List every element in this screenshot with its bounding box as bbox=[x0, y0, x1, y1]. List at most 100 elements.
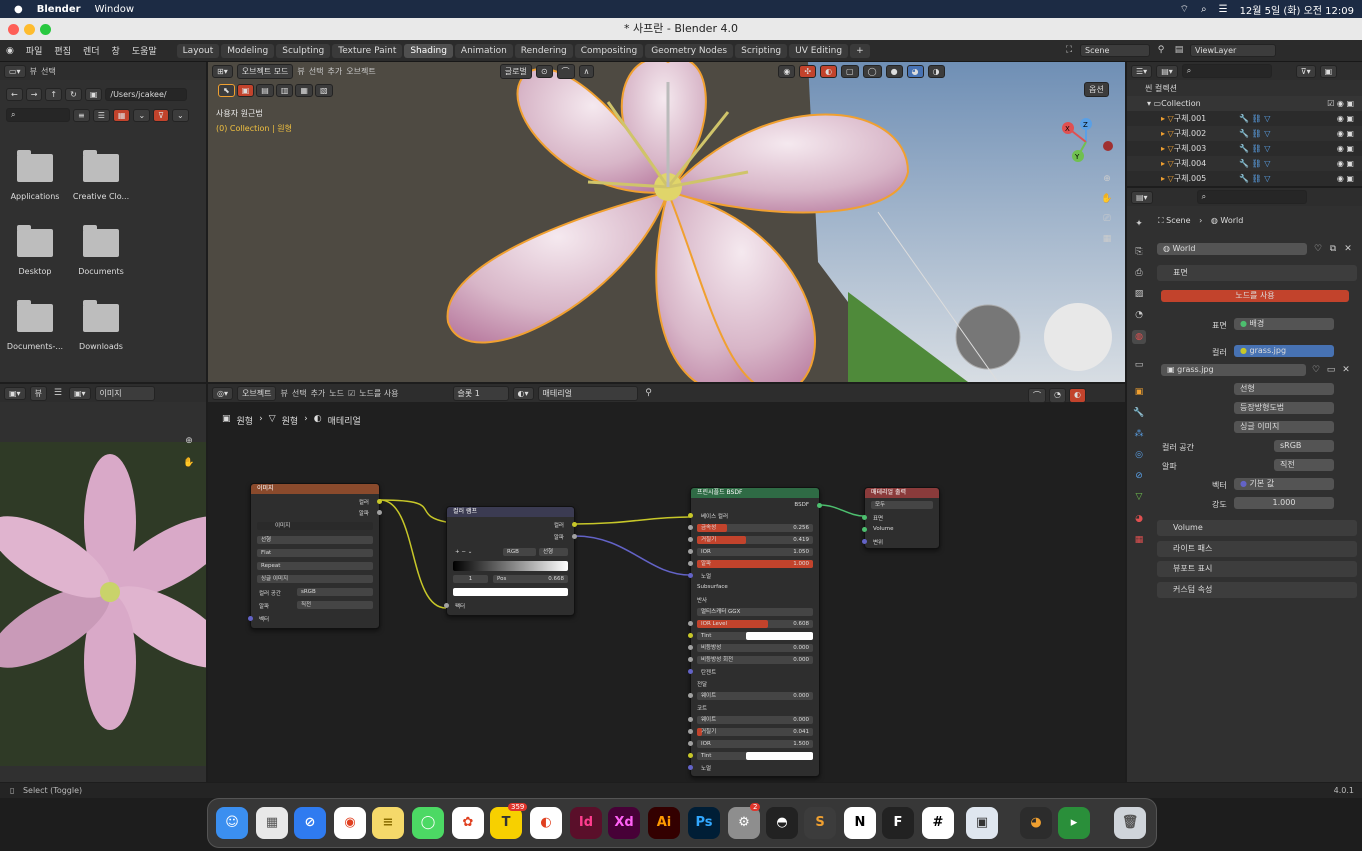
bsdf-input-field[interactable]: Tint bbox=[697, 752, 813, 760]
menubar-clock[interactable]: 12월 5일 (화) 오전 12:09 bbox=[1240, 2, 1354, 17]
menu-file[interactable]: 파일 bbox=[20, 44, 49, 57]
tab-animation[interactable]: Animation bbox=[454, 43, 513, 58]
grid-icon[interactable]: ▦ bbox=[1100, 232, 1114, 246]
bsdf-color-swatch[interactable] bbox=[745, 752, 813, 760]
short-list-icon[interactable]: ☰ bbox=[92, 108, 110, 122]
dock-app-illustrator-icon[interactable]: Ai bbox=[648, 807, 680, 839]
world-selector[interactable]: ◍ World bbox=[1157, 243, 1307, 255]
bsdf-input-socket[interactable] bbox=[688, 669, 693, 674]
shading-material-icon[interactable]: ◕ bbox=[906, 64, 924, 78]
dock-app-figma-icon[interactable]: F bbox=[882, 807, 914, 839]
colorspace-dropdown[interactable]: sRGB bbox=[1274, 440, 1334, 452]
tab-uv-editing[interactable]: UV Editing bbox=[789, 43, 849, 58]
visibility-icons[interactable]: ◉ ▣ bbox=[1337, 129, 1354, 138]
wifi-icon[interactable]: ⌔ bbox=[1180, 3, 1189, 16]
particles-icon[interactable]: ⁂ bbox=[1132, 427, 1146, 441]
bsdf-color-swatch[interactable] bbox=[745, 632, 813, 640]
bsdf-input-socket[interactable] bbox=[688, 537, 693, 542]
viewlayer-selector[interactable]: ViewLayer bbox=[1190, 43, 1276, 57]
bsdf-input-field[interactable]: Tint bbox=[697, 632, 813, 640]
modifier-icon[interactable]: 🔧 bbox=[1132, 406, 1146, 420]
bsdf-section-header[interactable]: 전달 bbox=[697, 680, 707, 688]
interpolation-dropdown[interactable]: 선형 bbox=[1234, 383, 1334, 395]
color-input-field[interactable]: ● grass.jpg bbox=[1234, 345, 1334, 357]
volume-panel-header[interactable]: Volume bbox=[1157, 520, 1357, 536]
bsdf-input-field[interactable]: IOR 1.500 bbox=[697, 740, 813, 748]
bsdf-input-field[interactable]: 비등방성 0.000 bbox=[697, 644, 813, 652]
fake-user-icon[interactable]: ♡ bbox=[1309, 363, 1323, 377]
dock-app-chrome-icon[interactable]: ◉ bbox=[334, 807, 366, 839]
bsdf-input-socket[interactable] bbox=[688, 693, 693, 698]
ramp-position-field[interactable]: Pos 0.668 bbox=[493, 575, 568, 583]
bsdf-input-field[interactable]: 알파 1.000 bbox=[697, 560, 813, 568]
refresh-icon[interactable]: ↻ bbox=[65, 88, 82, 101]
tab-modeling[interactable]: Modeling bbox=[221, 43, 275, 58]
select-invert-icon[interactable]: ▦ bbox=[295, 84, 313, 97]
menubar-app-name[interactable]: Blender bbox=[37, 4, 81, 15]
color-ramp-gradient[interactable] bbox=[453, 561, 568, 571]
visibility-icons[interactable]: ◉ ▣ bbox=[1337, 174, 1354, 183]
image-name-field[interactable]: 이미지 bbox=[257, 522, 373, 530]
world-icon[interactable]: ◍ bbox=[1132, 330, 1146, 344]
bsdf-input-socket[interactable] bbox=[688, 657, 693, 662]
forward-icon[interactable]: → bbox=[25, 88, 43, 101]
menu-window[interactable]: 창 bbox=[106, 44, 126, 57]
image-name-field[interactable]: 이미지 bbox=[94, 385, 155, 401]
output-color-socket[interactable] bbox=[572, 522, 577, 527]
tab-texture-paint[interactable]: Texture Paint bbox=[332, 43, 403, 58]
render-icon[interactable]: ⎘ bbox=[1132, 245, 1146, 259]
dock-app-notion-icon[interactable]: N bbox=[844, 807, 876, 839]
principled-bsdf-node[interactable]: 프린시플드 BSDF BSDF 베이스 컬러 금속성 0.256 거칠기 0.419 IO… bbox=[688, 487, 822, 777]
modifier-icons[interactable]: 🔧 ⛓ ▽ bbox=[1239, 129, 1270, 138]
ramp-mode-dropdown[interactable]: RGB bbox=[503, 548, 536, 556]
bsdf-input-field[interactable]: 비등방성 회전 0.000 bbox=[697, 656, 813, 664]
duplicate-icon[interactable]: ⧉ bbox=[1326, 242, 1340, 256]
output-target-dropdown[interactable]: 모두 bbox=[871, 501, 933, 509]
collection-row[interactable]: ▾ ▭ Collection ☑ ◉ ▣ bbox=[1127, 96, 1362, 111]
viewport-display-panel-header[interactable]: 뷰포트 표시 bbox=[1157, 561, 1357, 577]
close-window-button[interactable] bbox=[8, 24, 19, 35]
input-volume-socket[interactable] bbox=[862, 527, 867, 532]
bsdf-input-socket[interactable] bbox=[688, 573, 693, 578]
select-subtract-icon[interactable]: ▥ bbox=[275, 84, 294, 97]
blender-logo-icon[interactable]: ◉ bbox=[0, 46, 20, 56]
input-factor-socket[interactable] bbox=[444, 603, 449, 608]
bsdf-input-field[interactable]: IOR Level 0.608 bbox=[697, 620, 813, 628]
colorspace-dropdown[interactable]: sRGB bbox=[297, 588, 373, 596]
chevron-down-icon[interactable]: ⌄ bbox=[133, 108, 151, 122]
menu-render[interactable]: 렌더 bbox=[77, 44, 106, 57]
apple-icon[interactable]: ● bbox=[14, 4, 23, 15]
image-datablock-field[interactable]: ▣ grass.jpg bbox=[1161, 364, 1306, 376]
bsdf-section-header[interactable]: 반사 bbox=[697, 596, 707, 604]
properties-search-field[interactable]: ⌕ bbox=[1196, 190, 1307, 204]
editor-type-icon[interactable]: ⊞▾ bbox=[212, 64, 233, 78]
image-view-menu[interactable]: 뷰 bbox=[29, 385, 47, 401]
input-surface-socket[interactable] bbox=[862, 515, 867, 520]
unlink-icon[interactable]: ✕ bbox=[1341, 242, 1355, 256]
tab-shading[interactable]: Shading bbox=[404, 43, 453, 58]
node-editor-panel[interactable]: ◎▾ 오브젝트 뷰 선택 추가 노드 ☑ 노드를 사용 슬롯 1 ◐▾ 매테리얼… bbox=[208, 384, 1125, 782]
bsdf-input-socket[interactable] bbox=[688, 645, 693, 650]
outliner-item[interactable]: ▸ ▽ 구체.004 🔧 ⛓ ▽ ◉ ▣ bbox=[1127, 156, 1362, 171]
tab-rendering[interactable]: Rendering bbox=[514, 43, 573, 58]
hand-icon[interactable]: ✋ bbox=[1100, 192, 1114, 206]
outliner-search-field[interactable]: ⌕ bbox=[1181, 64, 1272, 78]
ramp-stop-index[interactable]: 1 bbox=[453, 575, 488, 583]
bsdf-input-field[interactable]: 거칠기 0.419 bbox=[697, 536, 813, 544]
viewport-menu-select[interactable]: 선택 bbox=[309, 66, 324, 77]
vector-field[interactable]: ● 기본 값 bbox=[1234, 478, 1334, 490]
visibility-icons[interactable]: ◉ ▣ bbox=[1337, 144, 1354, 153]
dock-app-photoshop-icon[interactable]: Ps bbox=[688, 807, 720, 839]
alpha-dropdown[interactable]: 직전 bbox=[297, 601, 373, 609]
bsdf-input-socket[interactable] bbox=[688, 765, 693, 770]
ramp-stop-color[interactable] bbox=[453, 588, 568, 596]
dock-app-safari-icon[interactable]: ⊘ bbox=[294, 807, 326, 839]
overlay-icon[interactable]: ◔ bbox=[1049, 388, 1066, 403]
path-field[interactable]: /Users/jcakee/ bbox=[105, 88, 188, 101]
outliner-item[interactable]: ▸ ▽ 구체.002 🔧 ⛓ ▽ ◉ ▣ bbox=[1127, 126, 1362, 141]
transform-orientation[interactable]: 글로벌 bbox=[499, 63, 532, 79]
scene-collection-row[interactable]: 씬 컬렉션 bbox=[1127, 81, 1362, 96]
view-layer-icon[interactable]: ▨ bbox=[1132, 287, 1146, 301]
scene-selector[interactable]: Scene bbox=[1080, 43, 1150, 57]
tab-sculpting[interactable]: Sculpting bbox=[276, 43, 331, 58]
